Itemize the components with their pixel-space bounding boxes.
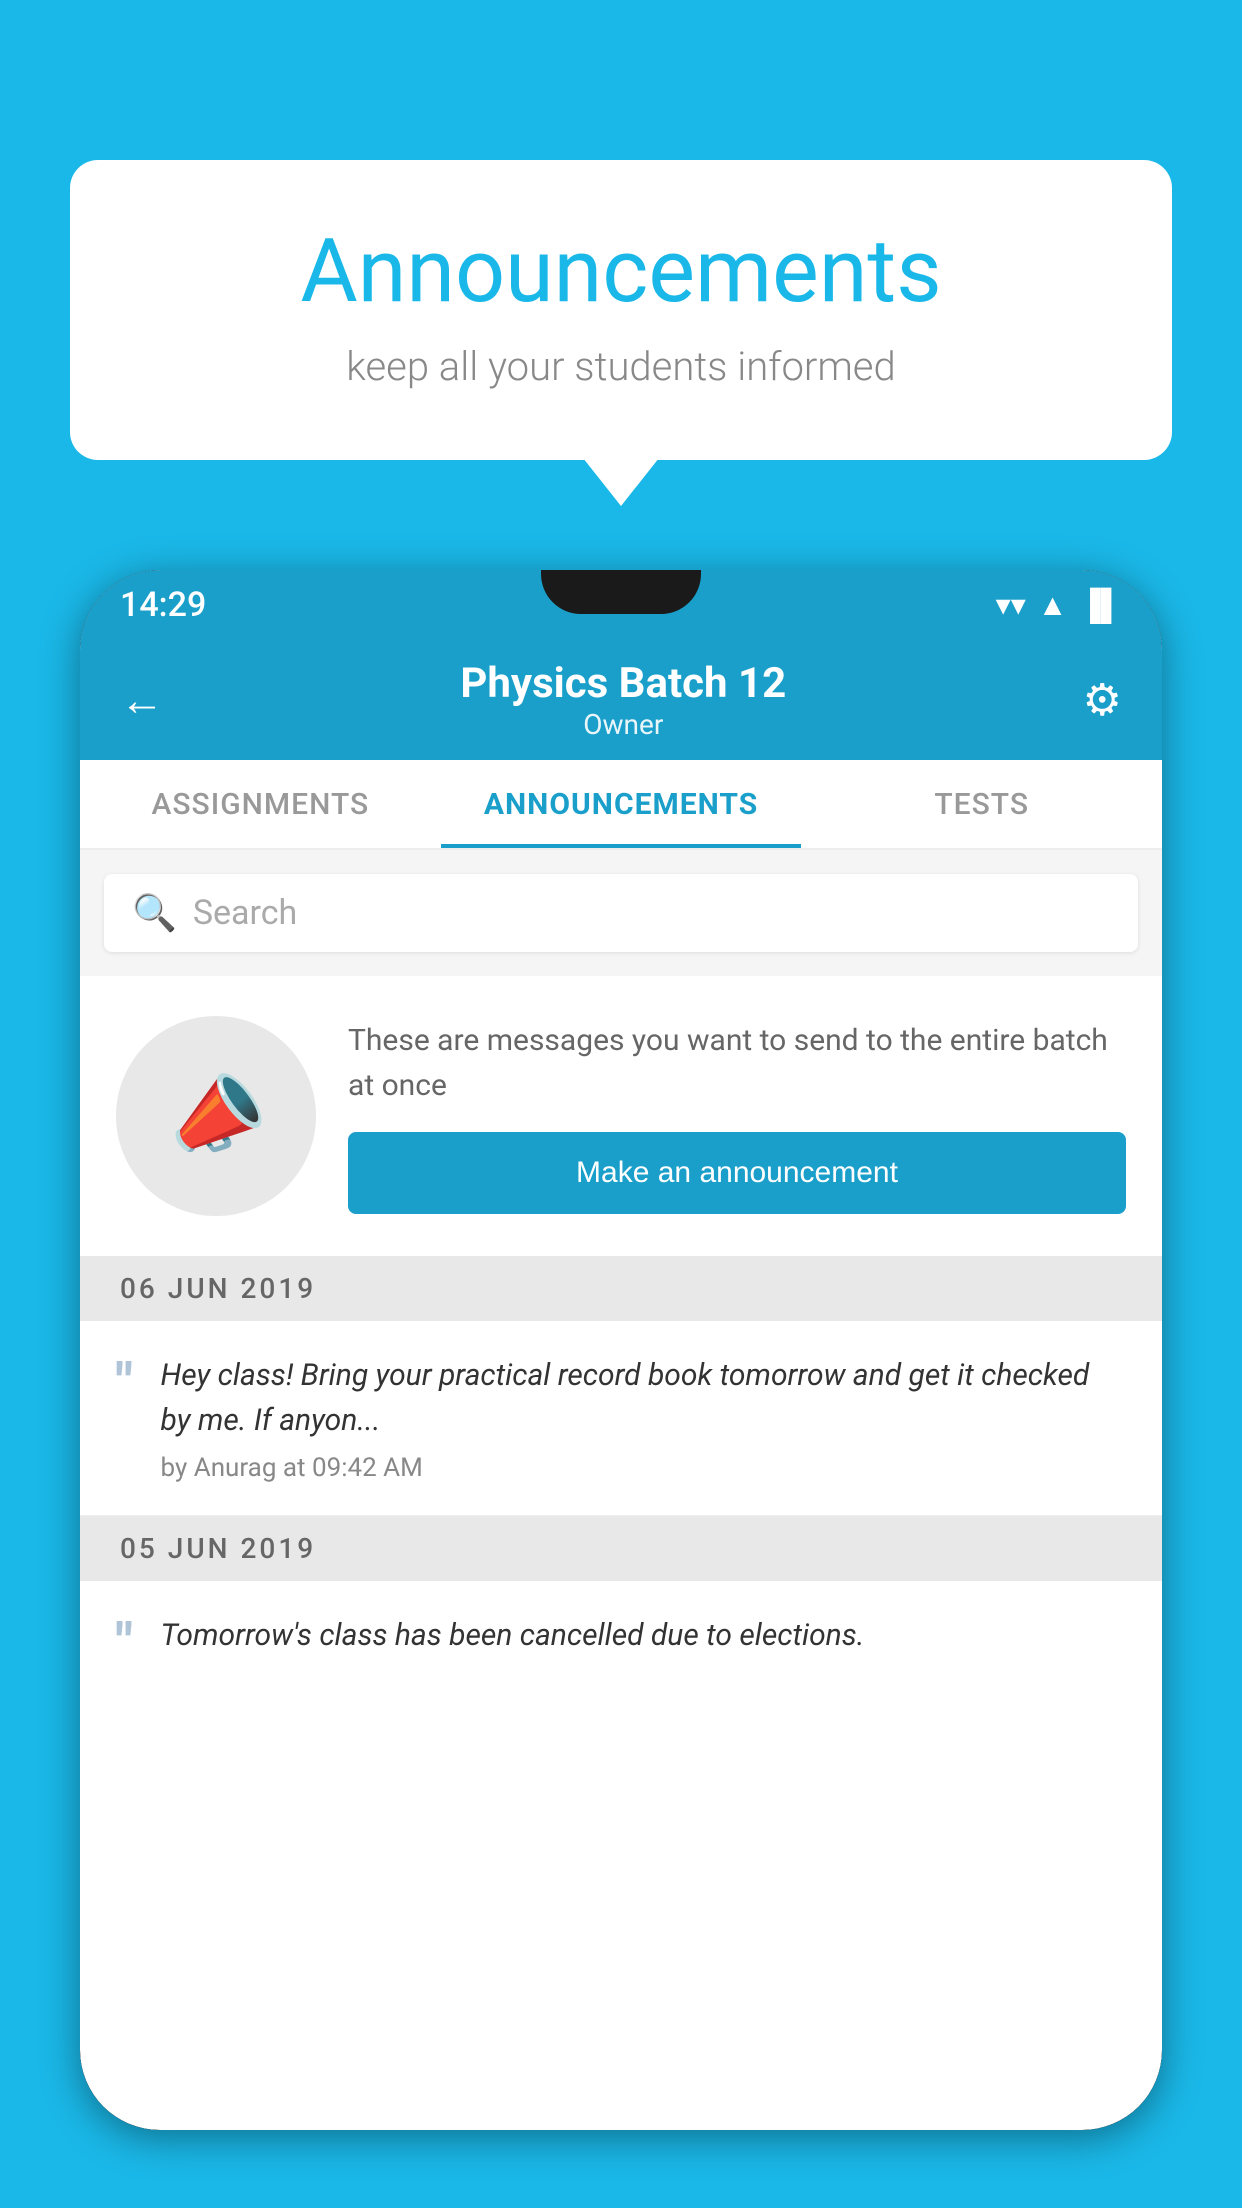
search-placeholder: Search bbox=[193, 893, 297, 933]
phone-frame: 14:29 ▾▾ ▲ ▐▌ ← Physics Batch 12 Owner ⚙ bbox=[80, 570, 1162, 2130]
make-announcement-button[interactable]: Make an announcement bbox=[348, 1132, 1126, 1214]
status-time: 14:29 bbox=[120, 585, 206, 625]
promo-card: 📣 These are messages you want to send to… bbox=[80, 976, 1162, 1256]
promo-right: These are messages you want to send to t… bbox=[348, 1018, 1126, 1214]
speech-bubble-subtitle: keep all your students informed bbox=[150, 343, 1092, 390]
phone-notch bbox=[541, 570, 701, 614]
tabs-bar: ASSIGNMENTS ANNOUNCEMENTS TESTS bbox=[80, 760, 1162, 850]
announcement-content-1: Hey class! Bring your practical record b… bbox=[161, 1353, 1126, 1483]
header-center: Physics Batch 12 Owner bbox=[460, 659, 786, 741]
quote-icon-2: " bbox=[116, 1617, 133, 1669]
wifi-icon: ▾▾ bbox=[996, 588, 1026, 623]
search-bar[interactable]: 🔍 Search bbox=[104, 874, 1138, 952]
announcement-meta-1: by Anurag at 09:42 AM bbox=[161, 1453, 1126, 1483]
back-button[interactable]: ← bbox=[120, 674, 164, 726]
tab-tests[interactable]: TESTS bbox=[801, 760, 1162, 848]
phone-screen: 14:29 ▾▾ ▲ ▐▌ ← Physics Batch 12 Owner ⚙ bbox=[80, 570, 1162, 2130]
megaphone-circle: 📣 bbox=[116, 1016, 316, 1216]
phone-content: 🔍 Search 📣 These are messages you want t… bbox=[80, 850, 1162, 1701]
speech-bubble: Announcements keep all your students inf… bbox=[70, 160, 1172, 460]
owner-label: Owner bbox=[460, 708, 786, 741]
battery-icon: ▐▌ bbox=[1079, 588, 1122, 623]
announcement-text-1: Hey class! Bring your practical record b… bbox=[161, 1353, 1126, 1443]
announcement-item-1[interactable]: " Hey class! Bring your practical record… bbox=[80, 1321, 1162, 1516]
megaphone-icon: 📣 bbox=[156, 1058, 277, 1175]
tab-announcements[interactable]: ANNOUNCEMENTS bbox=[441, 760, 802, 848]
announcement-content-2: Tomorrow's class has been cancelled due … bbox=[161, 1613, 865, 1668]
speech-bubble-container: Announcements keep all your students inf… bbox=[70, 160, 1172, 460]
date-separator-2: 05 JUN 2019 bbox=[80, 1516, 1162, 1581]
app-header: ← Physics Batch 12 Owner ⚙ bbox=[80, 640, 1162, 760]
search-icon: 🔍 bbox=[132, 892, 177, 934]
date-separator-1: 06 JUN 2019 bbox=[80, 1256, 1162, 1321]
phone-container: 14:29 ▾▾ ▲ ▐▌ ← Physics Batch 12 Owner ⚙ bbox=[80, 570, 1162, 2208]
batch-title: Physics Batch 12 bbox=[460, 659, 786, 708]
status-icons: ▾▾ ▲ ▐▌ bbox=[996, 588, 1122, 623]
announcement-item-2[interactable]: " Tomorrow's class has been cancelled du… bbox=[80, 1581, 1162, 1701]
signal-icon: ▲ bbox=[1038, 588, 1068, 623]
tab-assignments[interactable]: ASSIGNMENTS bbox=[80, 760, 441, 848]
quote-icon-1: " bbox=[116, 1357, 133, 1409]
promo-description: These are messages you want to send to t… bbox=[348, 1018, 1126, 1108]
settings-icon[interactable]: ⚙ bbox=[1083, 674, 1122, 726]
announcement-text-2: Tomorrow's class has been cancelled due … bbox=[161, 1613, 865, 1658]
speech-bubble-title: Announcements bbox=[150, 220, 1092, 323]
